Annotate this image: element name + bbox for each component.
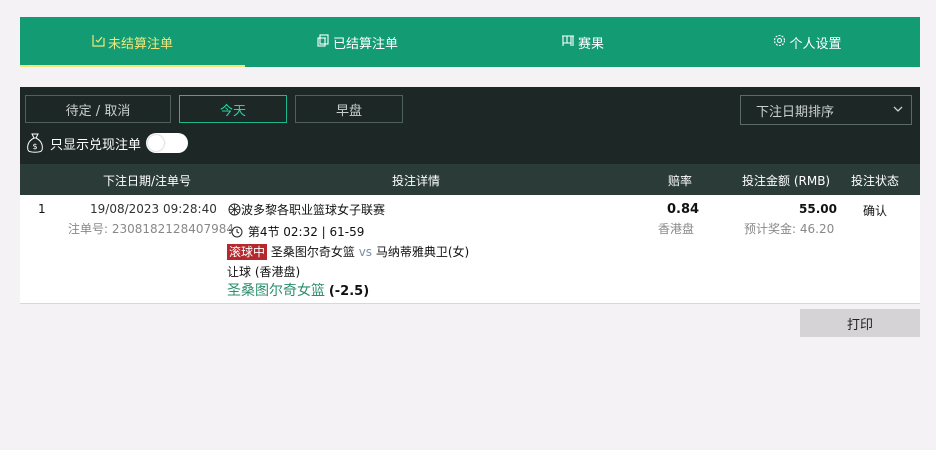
estimated-return: 预计奖金: 46.20	[744, 222, 835, 236]
home-team: 圣桑图尔奇女篮	[270, 245, 355, 259]
sort-select[interactable]: 下注日期排序	[740, 95, 912, 125]
money-bag-icon: $	[27, 133, 43, 153]
toggle-knob	[148, 135, 165, 151]
bet-number: 注单号: 2308182128407984	[68, 222, 235, 236]
basketball-icon	[228, 203, 241, 216]
match-line: 滚球中 圣桑图尔奇女篮 vs 马纳蒂雅典卫(女)	[227, 243, 469, 260]
filter-bar: 待定 / 取消 今天 早盘 下注日期排序 $ 只显示兑现注单	[20, 87, 920, 164]
vs-label: vs	[358, 245, 373, 259]
league-line: 波多黎各职业篮球女子联赛	[228, 201, 385, 218]
tab-results[interactable]: 赛果	[470, 17, 695, 67]
stake-value: 55.00	[799, 202, 837, 216]
header-odds: 赔率	[668, 174, 693, 188]
selection-team: 圣桑图尔奇女篮	[227, 283, 325, 299]
bet-status: 确认	[863, 204, 888, 218]
settled-icon	[317, 34, 330, 50]
svg-text:$: $	[32, 142, 37, 151]
away-team: 马纳蒂雅典卫(女)	[375, 245, 470, 259]
row-index: 1	[38, 202, 46, 216]
row-divider	[20, 303, 920, 304]
early-market-button[interactable]: 早盘	[295, 95, 403, 123]
header-details: 投注详情	[392, 174, 441, 188]
tab-label: 已结算注单	[332, 36, 398, 52]
tab-label: 个人设置	[789, 36, 842, 52]
table-row: 1 19/08/2023 09:28:40 注单号: 2308182128407…	[20, 195, 920, 303]
selection-line: 圣桑图尔奇女篮 (-2.5)	[227, 280, 369, 300]
sort-select-value: 下注日期排序	[756, 104, 835, 120]
tab-label: 赛果	[577, 36, 604, 52]
odds-type: 香港盘	[658, 222, 695, 236]
period-line: 第4节 02:32 | 61-59	[228, 223, 364, 240]
ticket-icon	[92, 34, 105, 50]
tab-personal-settings[interactable]: 个人设置	[695, 17, 920, 67]
header-stake: 投注金额 (RMB)	[742, 174, 831, 188]
bet-datetime: 19/08/2023 09:28:40	[90, 202, 217, 216]
market-type: 让球 (香港盘)	[227, 265, 301, 279]
chevron-down-icon	[893, 106, 903, 112]
cashout-filter: $ 只显示兑现注单	[26, 132, 189, 154]
handicap-value: (-2.5)	[328, 284, 370, 299]
header-date: 下注日期/注单号	[103, 174, 192, 188]
pending-cancel-button[interactable]: 待定 / 取消	[25, 95, 171, 123]
period-info: 第4节 02:32 | 61-59	[247, 225, 365, 239]
table-header: 下注日期/注单号 投注详情 赔率 投注金额 (RMB) 投注状态	[20, 164, 920, 195]
today-button[interactable]: 今天	[179, 95, 287, 123]
live-badge: 滚球中	[227, 244, 268, 260]
top-nav: 未结算注单 已结算注单 赛果 个人设置	[20, 17, 920, 67]
live-clock-icon	[229, 226, 243, 238]
results-icon	[561, 34, 575, 50]
cashout-toggle[interactable]	[146, 133, 189, 153]
league-name: 波多黎各职业篮球女子联赛	[241, 203, 386, 217]
print-button[interactable]: 打印	[800, 309, 920, 337]
gear-icon	[773, 34, 786, 50]
header-status: 投注状态	[851, 174, 900, 188]
bets-panel: 待定 / 取消 今天 早盘 下注日期排序 $ 只显示兑现注单 下注日期/注单号 …	[20, 87, 920, 304]
tab-label: 未结算注单	[107, 36, 173, 52]
tab-settled-bets[interactable]: 已结算注单	[245, 17, 470, 67]
tab-unsettled-bets[interactable]: 未结算注单	[20, 17, 245, 67]
odds-value: 0.84	[667, 202, 700, 217]
cashout-label: 只显示兑现注单	[50, 137, 142, 153]
